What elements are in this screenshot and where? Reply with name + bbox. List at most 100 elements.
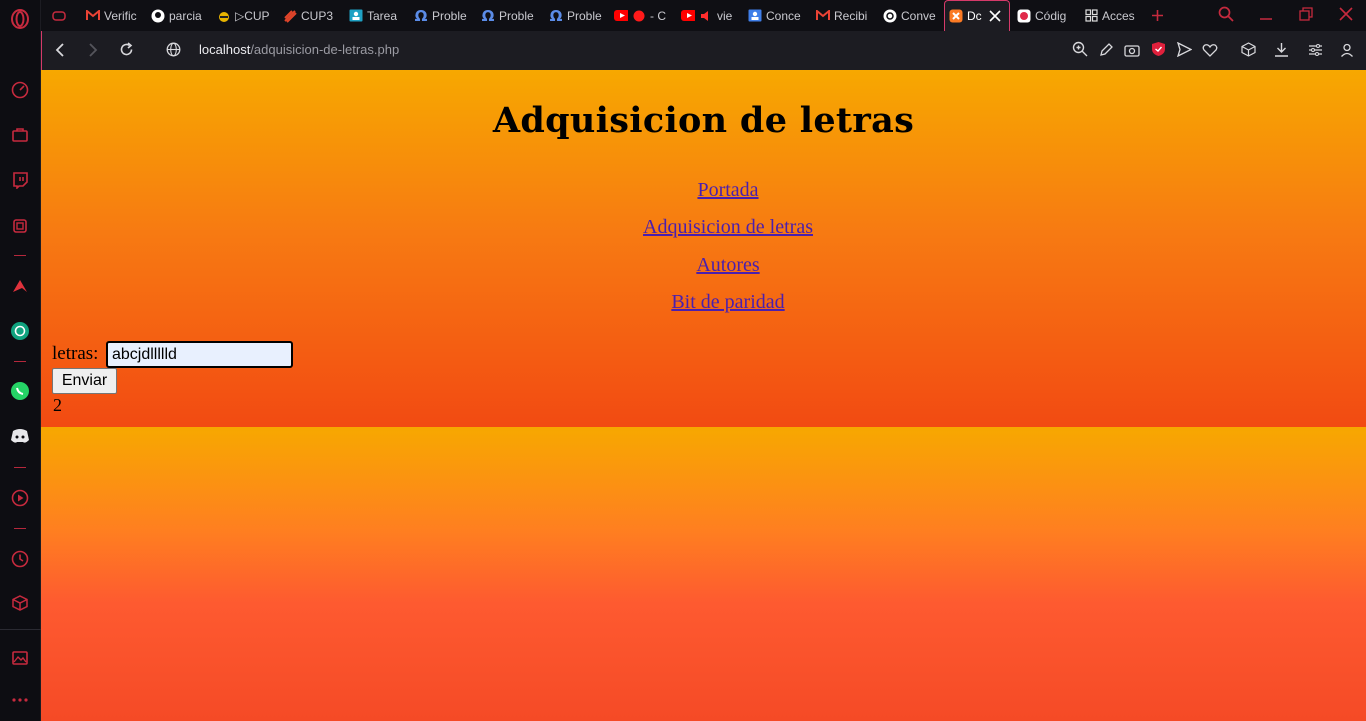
tab-strip: Verific parcia ▷CUP CUP3 Tarea Ω Proble … — [41, 0, 1366, 31]
zoom-button[interactable] — [1069, 40, 1091, 62]
tab-search-button[interactable] — [1206, 0, 1246, 31]
back-arrow-icon — [54, 42, 66, 61]
whatsapp-icon[interactable] — [9, 380, 31, 402]
tab[interactable]: ▷CUP — [217, 0, 277, 31]
nav-link-bit-paridad[interactable]: Bit de paridad — [41, 291, 1366, 314]
gallery-icon[interactable] — [9, 647, 31, 669]
tab-label: Códig — [1035, 8, 1067, 23]
omega-icon: Ω — [414, 6, 428, 25]
tab-label: Conve — [901, 8, 936, 23]
player-icon[interactable] — [9, 487, 31, 509]
url-path: /adquisicion-de-letras.php — [250, 42, 400, 57]
tab[interactable]: Acces — [1084, 0, 1146, 31]
tab[interactable]: Recibi — [816, 0, 876, 31]
briefcase-icon[interactable] — [9, 124, 31, 146]
globe-icon — [166, 42, 181, 61]
minimize-icon — [1259, 6, 1273, 25]
downloads-button[interactable] — [1270, 40, 1292, 62]
tab-label: Dc — [967, 9, 982, 23]
adblock-button[interactable] — [1147, 40, 1169, 62]
cube-icon — [1240, 41, 1256, 61]
recording-dot-icon — [632, 9, 646, 23]
restore-icon — [1299, 6, 1313, 25]
camera-icon — [1124, 42, 1140, 61]
chatgpt-icon — [883, 9, 897, 23]
aria-icon[interactable] — [9, 275, 31, 297]
send-button[interactable] — [1173, 40, 1195, 62]
nav-link-autores[interactable]: Autores — [41, 254, 1366, 277]
discord-icon[interactable] — [9, 425, 31, 447]
forward-button[interactable] — [82, 40, 104, 62]
back-button[interactable] — [49, 40, 71, 62]
twitch-icon[interactable] — [9, 169, 31, 191]
tab[interactable]: Verific — [86, 0, 146, 31]
tab[interactable]: parcia — [151, 0, 209, 31]
tab-label: Verific — [104, 8, 137, 23]
nav-link-adquisicion[interactable]: Adquisicion de letras — [41, 216, 1366, 239]
letras-input[interactable] — [106, 341, 293, 368]
tab-label: vie — [717, 8, 733, 23]
close-icon[interactable] — [988, 9, 1002, 23]
tab[interactable]: Conve — [883, 0, 943, 31]
new-tab-button[interactable] — [1149, 0, 1169, 31]
download-icon — [1274, 42, 1289, 61]
tab[interactable]: vie — [681, 0, 741, 31]
easy-setup-button[interactable] — [1304, 40, 1326, 62]
tab[interactable]: Tarea — [349, 0, 409, 31]
sidebar-separator — [0, 629, 41, 630]
tab-label: Conce — [766, 8, 801, 23]
address-toolbar: localhost/adquisicion-de-letras.php — [41, 31, 1366, 70]
search-icon — [1218, 6, 1234, 26]
tab[interactable]: Códig — [1017, 0, 1077, 31]
restore-button[interactable] — [1286, 0, 1326, 31]
tab-label: Acces — [1102, 8, 1135, 23]
shield-icon — [1151, 41, 1166, 61]
tab[interactable]: Ω Proble — [549, 0, 609, 31]
tab-label: Tarea — [367, 8, 398, 23]
sliders-icon — [1308, 42, 1323, 61]
chatgpt-icon[interactable] — [9, 320, 31, 342]
tab-label: - C — [650, 8, 666, 23]
tab-active[interactable]: Dc — [944, 0, 1010, 31]
site-info-button[interactable] — [162, 40, 184, 62]
send-icon — [1176, 41, 1192, 61]
minimize-button[interactable] — [1246, 0, 1286, 31]
cube-icon[interactable] — [9, 592, 31, 614]
enviar-button[interactable]: Enviar — [52, 368, 117, 394]
page-title: Adquisicion de letras — [492, 100, 915, 141]
reload-button[interactable] — [115, 40, 137, 62]
tab-label: parcia — [169, 8, 202, 23]
profile-button[interactable] — [1336, 40, 1358, 62]
tab-label: Proble — [432, 8, 467, 23]
address-field[interactable]: localhost/adquisicion-de-letras.php — [199, 42, 399, 57]
tab[interactable]: Ω Proble — [481, 0, 541, 31]
url-host: localhost — [199, 42, 251, 57]
snapshot-button[interactable] — [1121, 40, 1143, 62]
plus-icon — [1150, 9, 1164, 23]
tab-label: ▷CUP — [235, 8, 270, 23]
tab[interactable]: Conce — [748, 0, 808, 31]
tab-label: CUP3 — [301, 8, 334, 23]
tab[interactable]: CUP3 — [283, 0, 339, 31]
history-icon[interactable] — [9, 548, 31, 570]
tab[interactable] — [52, 0, 78, 31]
extensions-button[interactable] — [1237, 40, 1259, 62]
tab[interactable]: - C — [614, 0, 674, 31]
chip-icon[interactable] — [9, 215, 31, 237]
youtube-icon — [681, 9, 695, 23]
tab[interactable]: Ω Proble — [414, 0, 474, 31]
close-window-button[interactable] — [1326, 0, 1366, 31]
sidebar-separator — [14, 255, 26, 256]
letras-label: letras: — [52, 343, 99, 364]
sidebar-separator — [14, 467, 26, 468]
opera-logo-icon[interactable] — [9, 8, 31, 30]
edit-button[interactable] — [1095, 40, 1117, 62]
tab-label: Proble — [567, 8, 602, 23]
more-icon[interactable] — [9, 689, 31, 711]
nav-link-portada[interactable]: Portada — [41, 179, 1366, 202]
stack-icon — [283, 9, 297, 23]
bookmark-button[interactable] — [1199, 40, 1221, 62]
speed-dial-icon[interactable] — [9, 79, 31, 101]
omega-icon: Ω — [481, 6, 495, 25]
github-icon — [151, 9, 165, 23]
